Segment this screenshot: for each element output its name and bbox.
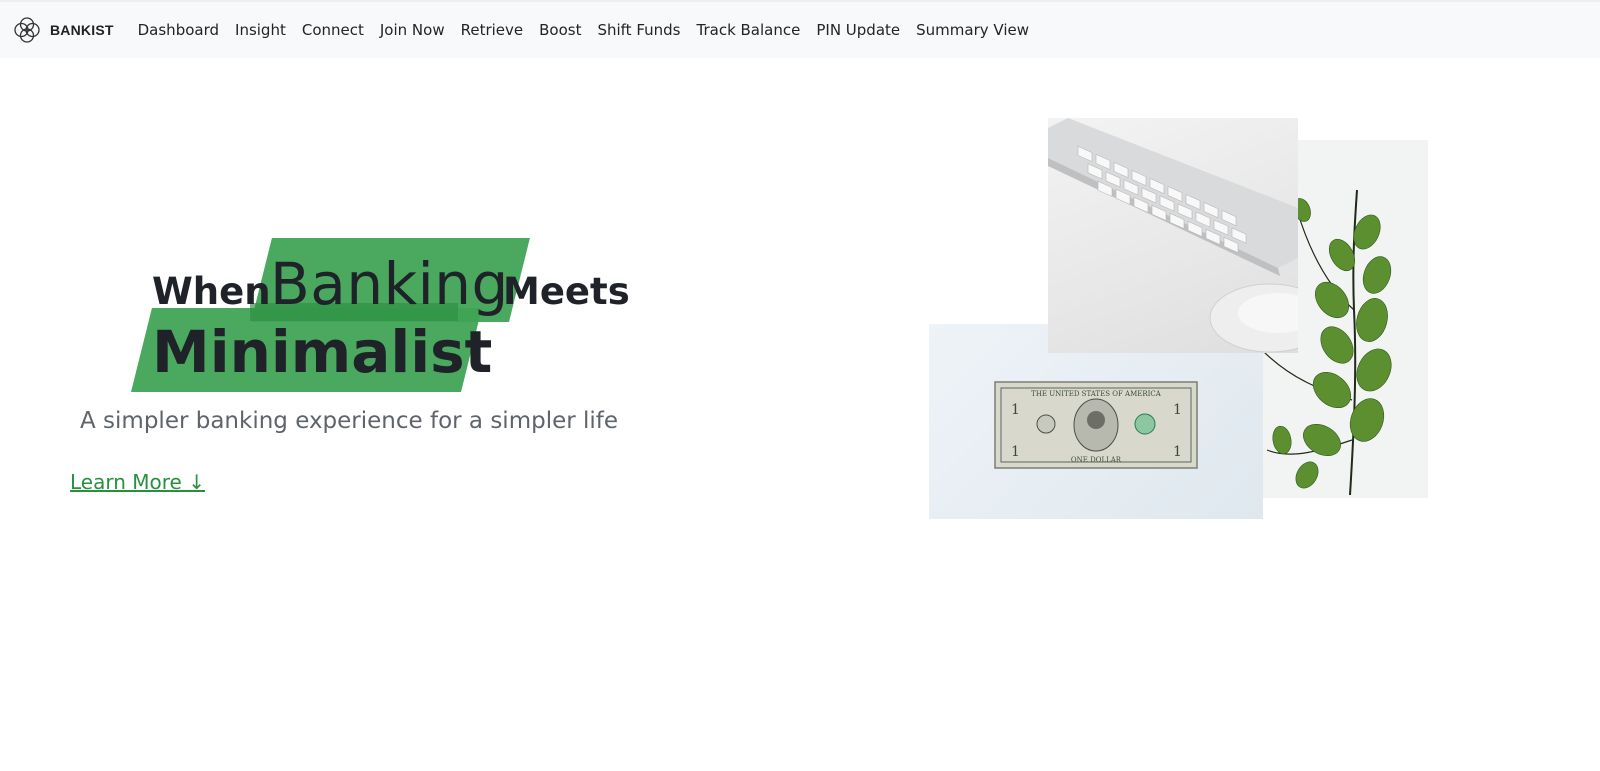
nav-link-dashboard[interactable]: Dashboard bbox=[130, 21, 227, 39]
svg-text:ONE DOLLAR: ONE DOLLAR bbox=[1071, 456, 1122, 464]
nav-link-connect[interactable]: Connect bbox=[294, 21, 372, 39]
svg-text:1: 1 bbox=[1011, 444, 1020, 460]
hero-title-when: When bbox=[152, 270, 271, 313]
nav-link-track-balance[interactable]: Track Balance bbox=[689, 21, 809, 39]
hero-title-banking: Banking bbox=[270, 250, 509, 318]
brand-name: BANKIST bbox=[50, 22, 114, 38]
top-navbar: BANKIST Dashboard Insight Connect Join N… bbox=[0, 0, 1600, 58]
nav-link-insight[interactable]: Insight bbox=[227, 21, 294, 39]
hero-title-meets: Meets bbox=[503, 270, 630, 313]
learn-more-link[interactable]: Learn More ↓ bbox=[70, 470, 205, 494]
svg-text:1: 1 bbox=[1011, 402, 1020, 418]
keyboard-image bbox=[1048, 118, 1298, 353]
svg-text:THE UNITED STATES OF AMERICA: THE UNITED STATES OF AMERICA bbox=[1031, 390, 1162, 398]
nav-link-boost[interactable]: Boost bbox=[531, 21, 589, 39]
nav-link-pin-update[interactable]: PIN Update bbox=[808, 21, 908, 39]
dollar-bill-image: THE UNITED STATES OF AMERICA ONE DOLLAR … bbox=[929, 324, 1263, 519]
nav-link-join-now[interactable]: Join Now bbox=[372, 21, 453, 39]
nav-link-summary-view[interactable]: Summary View bbox=[908, 21, 1037, 39]
nav-link-retrieve[interactable]: Retrieve bbox=[453, 21, 532, 39]
nav-link-shift-funds[interactable]: Shift Funds bbox=[589, 21, 688, 39]
brand[interactable]: BANKIST bbox=[12, 15, 114, 45]
hero-title-minimalist: Minimalist bbox=[152, 318, 493, 386]
bankist-logo-icon bbox=[14, 17, 40, 43]
hero-subtitle: A simpler banking experience for a simpl… bbox=[80, 408, 619, 434]
svg-text:1: 1 bbox=[1173, 444, 1182, 460]
svg-text:1: 1 bbox=[1173, 402, 1182, 418]
nav-links: Dashboard Insight Connect Join Now Retri… bbox=[130, 21, 1037, 39]
